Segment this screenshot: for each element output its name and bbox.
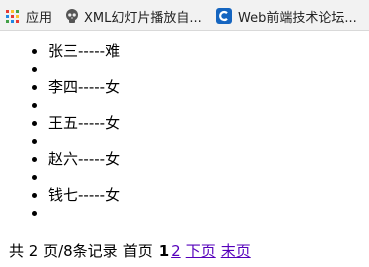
list-item — [48, 132, 369, 150]
bookmark-web-label: Web前端技术论坛... — [238, 10, 357, 26]
apps-grid-icon — [6, 9, 19, 23]
last-page-link[interactable]: 末页 — [221, 242, 251, 260]
list-item: 李四-----女 — [48, 78, 369, 96]
next-page-link[interactable]: 下页 — [186, 242, 216, 260]
skull-icon — [66, 9, 78, 23]
list-item: 王五-----女 — [48, 114, 369, 132]
record-list-container: 张三-----难 李四-----女 王五-----女 赵六-----女 钱七--… — [0, 42, 369, 222]
list-item — [48, 204, 369, 222]
bookmark-xml-slideshow[interactable]: XML幻灯片播放自... — [64, 5, 202, 27]
first-page-label: 首页 — [122, 242, 153, 260]
list-item: 钱七-----女 — [48, 186, 369, 204]
pagination-summary: 共 2 页/8条记录 — [9, 242, 118, 260]
list-item: 张三-----难 — [48, 42, 369, 60]
bookmark-apps[interactable]: 应用 — [6, 5, 52, 27]
page-2-link[interactable]: 2 — [171, 242, 181, 260]
list-item — [48, 96, 369, 114]
bookmark-xml-label: XML幻灯片播放自... — [84, 10, 202, 26]
bookmark-apps-label: 应用 — [26, 10, 53, 26]
pagination: 共 2 页/8条记录 首页 1 2 下页 末页 — [9, 242, 251, 260]
bookmarks-bar: 应用 XML幻灯片播放自... Web前端技术论坛... — [0, 0, 369, 31]
c-logo-icon — [216, 8, 232, 24]
list-item: 赵六-----女 — [48, 150, 369, 168]
list-item — [48, 60, 369, 78]
bookmark-web-forum[interactable]: Web前端技术论坛... — [216, 5, 357, 27]
list-item — [48, 168, 369, 186]
record-list: 张三-----难 李四-----女 王五-----女 赵六-----女 钱七--… — [0, 42, 369, 222]
current-page: 1 — [158, 242, 170, 260]
